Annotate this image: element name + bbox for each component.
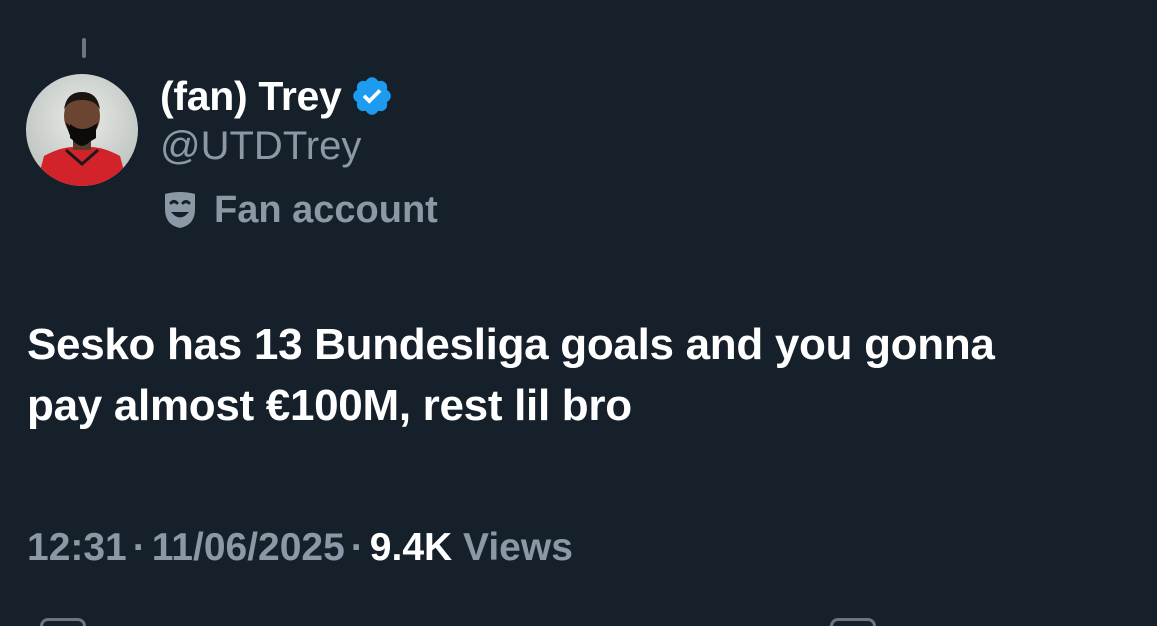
views-label: Views bbox=[463, 526, 573, 569]
tweet-text-line-2: pay almost €100M, rest lil bro bbox=[27, 381, 632, 430]
theater-mask-icon bbox=[162, 191, 198, 229]
separator-dot: · bbox=[132, 526, 146, 569]
author-handle[interactable]: @UTDTrey bbox=[160, 124, 361, 169]
thread-connector-line bbox=[82, 38, 86, 58]
avatar[interactable] bbox=[26, 74, 138, 186]
tweet-date[interactable]: 11/06/2025 bbox=[152, 526, 345, 569]
views-count: 9.4K bbox=[369, 526, 453, 569]
tweet-text-line-1: Sesko has 13 Bundesliga goals and you go… bbox=[27, 320, 995, 369]
tweet-metadata: 12:31 · 11/06/2025 · 9.4K Views bbox=[27, 526, 573, 570]
reply-icon-partial[interactable] bbox=[40, 618, 86, 626]
tweet-text: Sesko has 13 Bundesliga goals and you go… bbox=[27, 314, 1147, 436]
author-display-name[interactable]: (fan) Trey bbox=[160, 73, 342, 120]
account-label: Fan account bbox=[162, 186, 438, 234]
verified-badge-icon bbox=[350, 74, 394, 118]
bookmark-icon-partial[interactable] bbox=[830, 618, 876, 626]
tweet-time[interactable]: 12:31 bbox=[27, 526, 127, 569]
account-label-text: Fan account bbox=[214, 188, 438, 231]
author-name-row[interactable]: (fan) Trey bbox=[160, 68, 394, 124]
separator-dot: · bbox=[350, 526, 364, 569]
